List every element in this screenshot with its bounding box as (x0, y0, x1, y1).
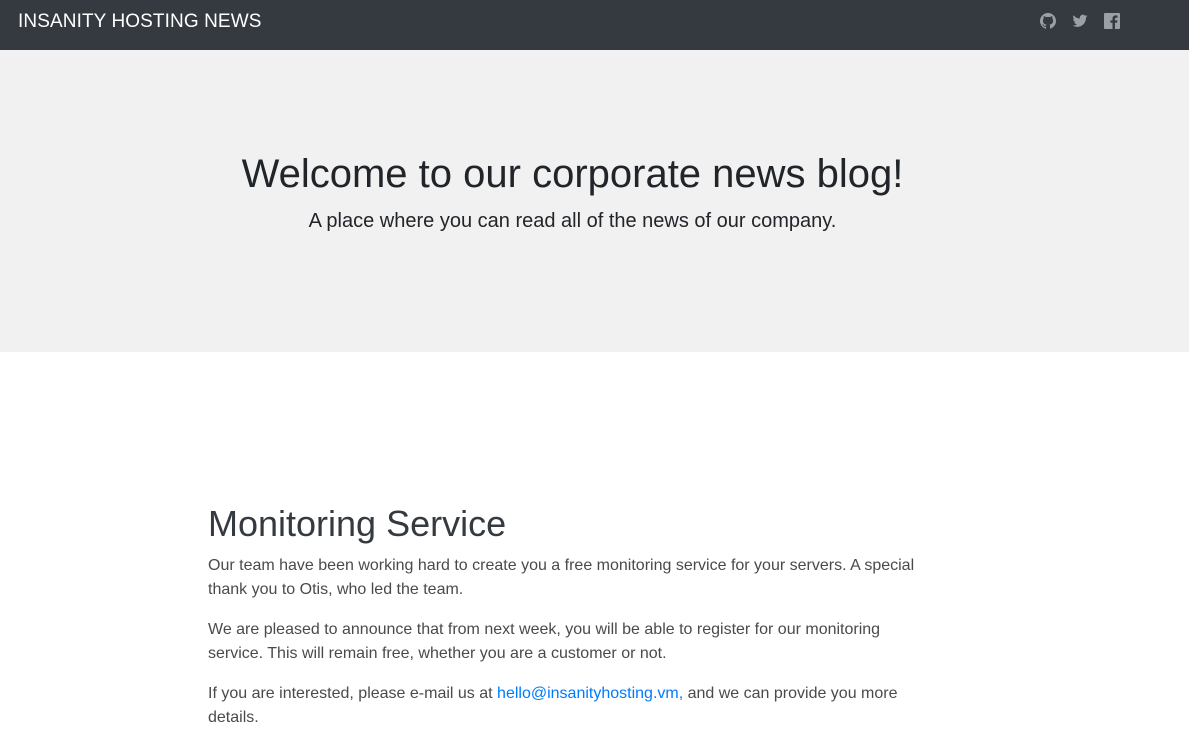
hero-banner: Welcome to our corporate news blog! A pl… (0, 50, 1189, 352)
email-link[interactable]: hello@insanityhosting.vm, (497, 685, 683, 702)
hero-subtitle: A place where you can read all of the ne… (308, 210, 837, 232)
facebook-icon[interactable] (1104, 13, 1120, 29)
blog-post: Monitoring Service Our team have been wo… (208, 500, 933, 746)
post-paragraph-contact: If you are interested, please e-mail us … (208, 682, 933, 730)
contact-text-before: If you are interested, please e-mail us … (208, 685, 498, 702)
hero-title: Welcome to our corporate news blog! (241, 152, 904, 196)
top-navbar: INSANITY HOSTING NEWS (0, 0, 1189, 50)
github-icon[interactable] (1040, 13, 1056, 29)
post-paragraph: We are pleased to announce that from nex… (208, 621, 881, 662)
site-brand[interactable]: INSANITY HOSTING NEWS (18, 11, 262, 33)
post-title: Monitoring Service (208, 503, 507, 544)
twitter-icon[interactable] (1072, 13, 1088, 29)
post-paragraph: Our team have been working hard to creat… (208, 557, 915, 598)
